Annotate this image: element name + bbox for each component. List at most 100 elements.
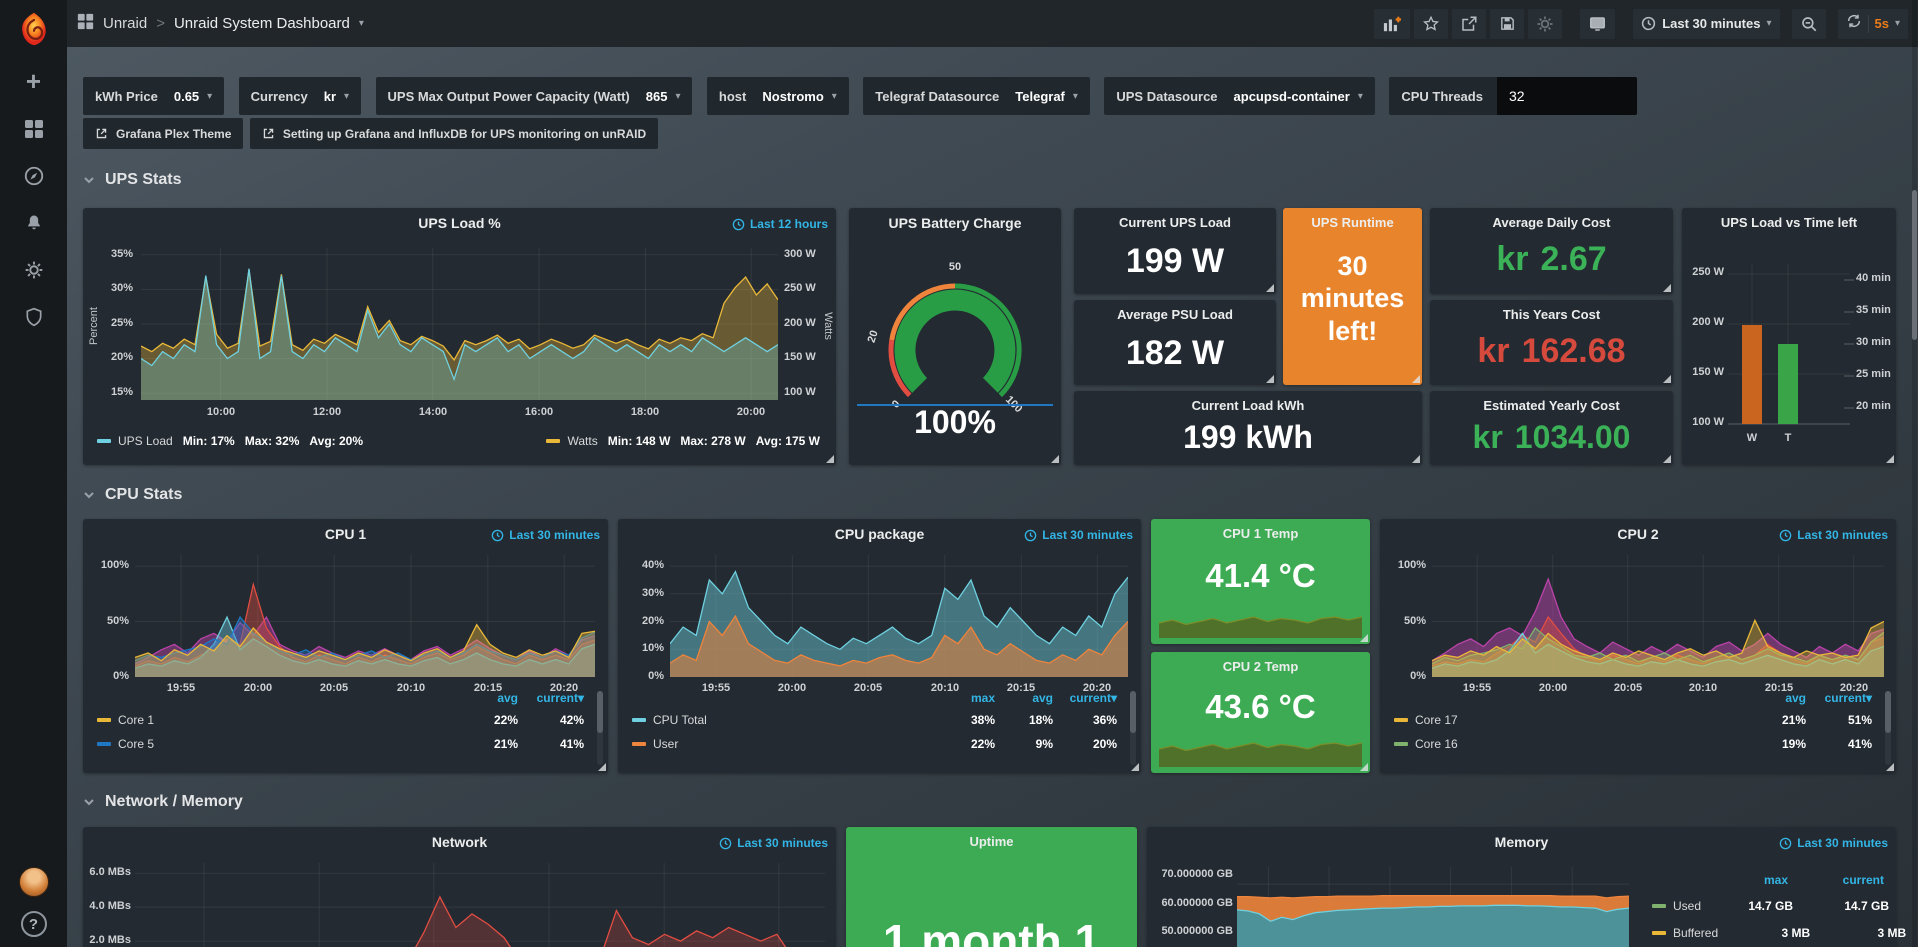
sort-current[interactable]: current▾	[1806, 691, 1872, 705]
explore-compass-icon[interactable]	[0, 152, 67, 199]
series-name[interactable]: CPU Total	[653, 713, 937, 727]
panel-timerange[interactable]: Last 30 minutes	[491, 528, 600, 542]
alerting-bell-icon[interactable]	[0, 199, 67, 246]
add-panel-button[interactable]	[1374, 9, 1410, 39]
series-name[interactable]: Core 1	[118, 713, 458, 727]
breadcrumb-home[interactable]: Unraid	[103, 15, 147, 32]
zoom-out-button[interactable]	[1792, 9, 1826, 39]
cpu-package-chart[interactable]	[670, 555, 1128, 677]
series-name[interactable]: UPS Load	[118, 434, 173, 448]
legend-scrollbar[interactable]	[597, 691, 603, 765]
chevron-down-icon[interactable]: ▾	[1895, 18, 1900, 29]
cpu2-chart[interactable]	[1432, 555, 1884, 677]
cpu1-chart[interactable]	[135, 555, 595, 677]
create-plus-icon[interactable]: +	[0, 58, 67, 105]
sort-avg[interactable]: avg	[995, 691, 1053, 705]
series-name[interactable]: Core 16	[1415, 737, 1746, 751]
panel-title[interactable]: UPS Battery Charge	[859, 215, 1051, 231]
variable-kwh-price[interactable]: kWh Price0.65▾	[83, 77, 224, 115]
ups-load-chart[interactable]	[141, 248, 778, 400]
series-name[interactable]: User	[653, 737, 937, 751]
sort-max[interactable]: max	[937, 691, 995, 705]
sort-max[interactable]: max	[1696, 873, 1788, 887]
panel-title[interactable]: UPS Runtime	[1289, 215, 1416, 230]
panel-title[interactable]: This Years Cost	[1438, 307, 1665, 322]
panel-timerange[interactable]: Last 30 minutes	[1779, 836, 1888, 850]
legend-header: avg current▾	[1394, 691, 1872, 705]
server-admin-shield-icon[interactable]	[0, 293, 67, 340]
legend-scrollbar[interactable]	[1130, 691, 1136, 765]
sort-current[interactable]: current▾	[518, 691, 584, 705]
panel-title[interactable]: Network	[123, 834, 796, 850]
cycle-view-monitor-button[interactable]	[1580, 9, 1615, 39]
page-scrollbar[interactable]	[1912, 0, 1917, 947]
chevron-down-icon[interactable]: ▾	[359, 18, 364, 29]
battery-gauge[interactable]: 02050100	[849, 238, 1061, 413]
refresh-interval-label[interactable]: 5s	[1875, 16, 1889, 31]
help-icon[interactable]: ?	[21, 911, 47, 937]
series-name[interactable]: Watts	[567, 434, 597, 448]
sort-current[interactable]: current	[1788, 873, 1884, 887]
variable-host[interactable]: hostNostromo▾	[707, 77, 849, 115]
time-picker[interactable]: Last 30 minutes ▾	[1633, 9, 1779, 39]
panel-title[interactable]: Current Load kWh	[1082, 398, 1414, 413]
dashboards-icon[interactable]	[0, 105, 67, 152]
save-button[interactable]	[1490, 9, 1524, 39]
series-name[interactable]: Used	[1673, 899, 1701, 913]
clock-icon	[1024, 529, 1037, 542]
dashboard-canvas: kWh Price0.65▾ Currencykr▾ UPS Max Outpu…	[67, 47, 1918, 947]
y-tick: 30%	[622, 587, 664, 599]
temp-sparkline	[1159, 608, 1362, 638]
series-name[interactable]: Buffered	[1673, 926, 1718, 940]
panel-title[interactable]: Current UPS Load	[1082, 215, 1268, 230]
panel-timerange[interactable]: Last 30 minutes	[1779, 528, 1888, 542]
configuration-gear-icon[interactable]	[0, 246, 67, 293]
section-network-memory[interactable]: Network / Memory	[83, 793, 243, 811]
series-marker	[1652, 931, 1666, 935]
panel-title[interactable]: CPU 2 Temp	[1191, 659, 1330, 674]
variable-ups-datasource[interactable]: UPS Datasourceapcupsd-container▾	[1104, 77, 1374, 115]
panel-title[interactable]: UPS Load vs Time left	[1686, 215, 1892, 230]
sort-avg[interactable]: avg	[458, 691, 518, 705]
panel-timerange[interactable]: Last 30 minutes	[719, 836, 828, 850]
variables-row: kWh Price0.65▾ Currencykr▾ UPS Max Outpu…	[83, 77, 1647, 115]
panel-timerange[interactable]: Last 12 hours	[732, 217, 828, 231]
sidebar: + ?	[0, 0, 67, 947]
folder-grid-icon[interactable]	[77, 13, 94, 34]
section-cpu-stats[interactable]: CPU Stats	[83, 486, 182, 504]
x-tick: T	[1785, 432, 1792, 444]
gauge-value: 100%	[849, 404, 1061, 441]
panel-title[interactable]: Memory	[1187, 834, 1856, 850]
grafana-logo-icon[interactable]	[0, 0, 67, 58]
sort-avg[interactable]: avg	[1746, 691, 1806, 705]
variable-currency[interactable]: Currencykr▾	[239, 77, 361, 115]
panel-title[interactable]: Average PSU Load	[1082, 307, 1268, 322]
cpu-threads-input[interactable]: 32	[1497, 77, 1637, 115]
user-avatar[interactable]	[19, 867, 49, 897]
panel-title[interactable]: Uptime	[886, 834, 1097, 849]
link-grafana-plex-theme[interactable]: Grafana Plex Theme	[83, 118, 243, 149]
star-button[interactable]	[1414, 9, 1448, 39]
y-tick: 0%	[87, 670, 129, 682]
sort-current[interactable]: current▾	[1053, 691, 1117, 705]
section-ups-stats[interactable]: UPS Stats	[83, 171, 181, 189]
link-ups-monitoring-guide[interactable]: Setting up Grafana and InfluxDB for UPS …	[250, 118, 658, 149]
panel-title[interactable]: Estimated Yearly Cost	[1438, 398, 1665, 413]
panel-title[interactable]: UPS Load %	[123, 215, 796, 231]
y-tick: 15%	[89, 386, 133, 398]
series-name[interactable]: Core 17	[1415, 713, 1746, 727]
panel-title[interactable]: Average Daily Cost	[1438, 215, 1665, 230]
refresh-icon[interactable]	[1846, 13, 1862, 34]
legend-scrollbar[interactable]	[1885, 691, 1891, 765]
variable-telegraf-datasource[interactable]: Telegraf DatasourceTelegraf▾	[863, 77, 1090, 115]
network-chart[interactable]	[135, 863, 825, 947]
share-button[interactable]	[1452, 9, 1486, 39]
settings-gear-button[interactable]	[1528, 9, 1562, 39]
dashboard-title[interactable]: Unraid System Dashboard	[174, 15, 350, 32]
series-name[interactable]: Core 5	[118, 737, 458, 751]
y-tick: 150 W	[1682, 366, 1724, 378]
variable-ups-max-watt[interactable]: UPS Max Output Power Capacity (Watt)865▾	[376, 77, 693, 115]
memory-chart[interactable]	[1237, 867, 1629, 947]
panel-title[interactable]: CPU 1 Temp	[1191, 526, 1330, 541]
panel-timerange[interactable]: Last 30 minutes	[1024, 528, 1133, 542]
